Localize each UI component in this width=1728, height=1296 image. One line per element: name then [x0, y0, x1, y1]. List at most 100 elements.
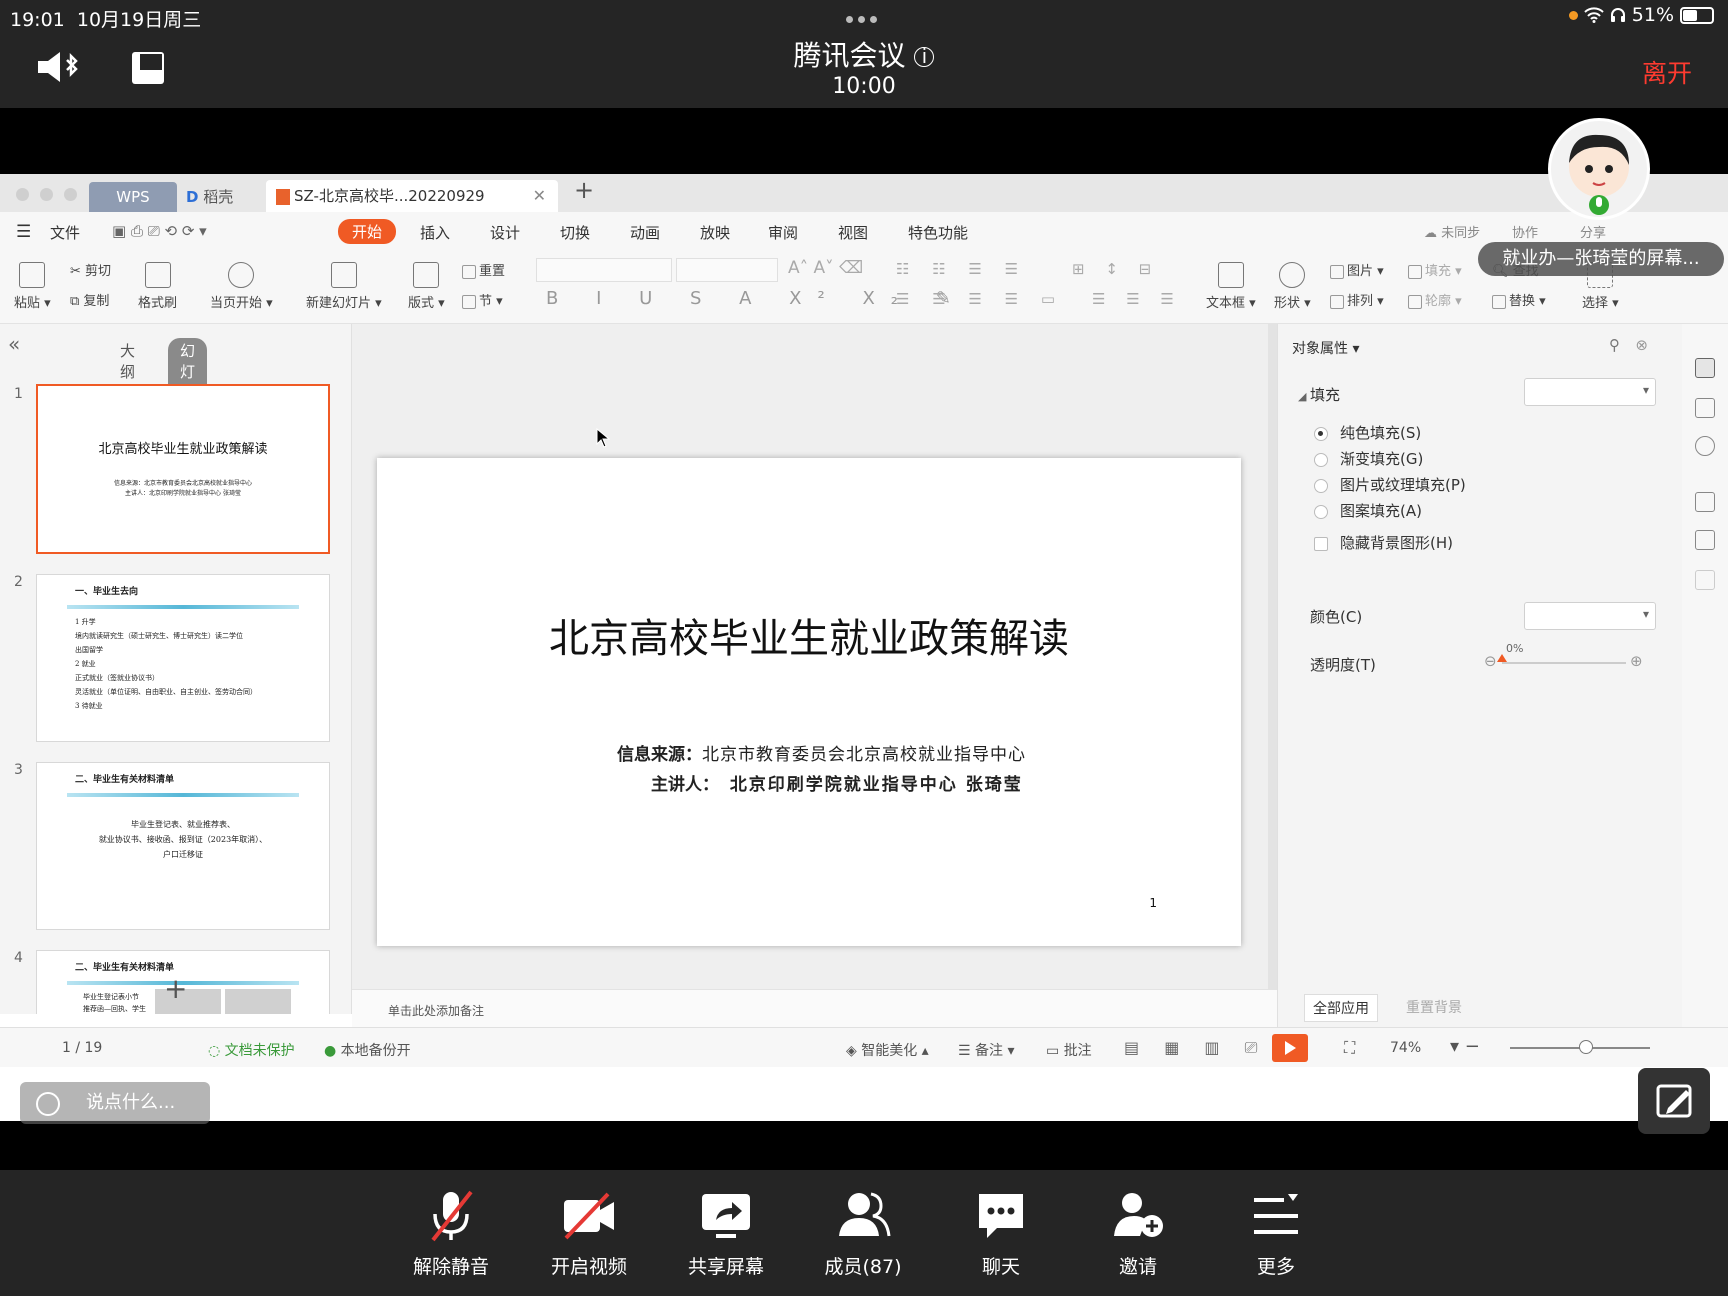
canvas-scrollbar[interactable]	[1268, 324, 1277, 994]
paste-button[interactable]: 粘贴 ▾	[14, 262, 51, 311]
picture-button[interactable]: 图片 ▾	[1330, 260, 1384, 279]
share-button[interactable]: 分享	[1580, 222, 1606, 241]
doc-protection-status[interactable]: ◌ 文档未保护	[208, 1040, 295, 1060]
window-close-dot[interactable]	[16, 188, 29, 201]
tab-wps[interactable]: WPS	[89, 182, 177, 212]
fill-button[interactable]: 填充 ▾	[1408, 260, 1462, 279]
pin-icon[interactable]: ⚲	[1609, 336, 1620, 354]
notes-area[interactable]: 单击此处添加备注	[352, 989, 1277, 1027]
fill-section-header[interactable]: ◢ 填充	[1298, 384, 1340, 405]
copy-tool-icon[interactable]	[1695, 530, 1715, 550]
fill-type-select[interactable]	[1524, 378, 1656, 406]
meeting-title[interactable]: 腾讯会议 i	[0, 34, 1728, 74]
tab-start[interactable]: 开始	[338, 219, 397, 244]
reset-button[interactable]: 重置	[462, 260, 505, 279]
slider-thumb[interactable]	[1497, 654, 1507, 662]
fill-option-picture[interactable]: 图片或纹理填充(P)	[1314, 474, 1466, 495]
quick-access-icons[interactable]: ▣ ⎙ ⎚ ⟲ ⟳ ▾	[112, 222, 207, 240]
annotate-pen-button[interactable]	[1638, 1068, 1710, 1134]
tab-special[interactable]: 特色功能	[908, 222, 968, 243]
zoom-slider-thumb[interactable]	[1578, 1040, 1593, 1054]
arrange-button[interactable]: 排列 ▾	[1330, 290, 1384, 309]
comment-button[interactable]: ▭ 批注	[1046, 1040, 1092, 1060]
shape-button[interactable]: 形状 ▾	[1274, 262, 1311, 311]
props-title[interactable]: 对象属性 ▾	[1292, 338, 1359, 358]
textbox-button[interactable]: 文本框 ▾	[1206, 262, 1256, 311]
play-slideshow-button[interactable]	[1272, 1034, 1308, 1062]
slide-thumbnail-1[interactable]: 北京高校毕业生就业政策解读 信息来源：北京市教育委员会北京高校就业指导中心 主讲…	[36, 384, 330, 554]
color-select[interactable]	[1524, 602, 1656, 630]
menu-file[interactable]: 文件	[50, 222, 80, 243]
slide-thumbnail-2[interactable]: 一、毕业生去向 1 升学 境内就读研究生（硕士研究生、博士研究生）读二学位 出国…	[36, 574, 330, 742]
list-icons[interactable]: ☷ ☷ ☰ ☰	[896, 260, 1027, 278]
zoom-slider[interactable]	[1510, 1040, 1650, 1054]
font-family-select[interactable]	[536, 258, 672, 282]
share-screen-button[interactable]: 共享屏幕	[671, 1188, 781, 1279]
fill-option-pattern[interactable]: 图案填充(A)	[1314, 500, 1422, 521]
add-slide-icon[interactable]: +	[164, 972, 187, 1005]
hamburger-icon[interactable]: ☰	[16, 222, 31, 242]
from-current-button[interactable]: 当页开始 ▾	[210, 262, 273, 311]
backup-tool-icon[interactable]	[1695, 570, 1715, 590]
tab-slideshow[interactable]: 放映	[700, 222, 730, 243]
new-slide-button[interactable]: 新建幻灯片 ▾	[306, 262, 382, 311]
collapse-panel-icon[interactable]: «	[8, 332, 20, 356]
text-direction-icons[interactable]: ⊞ ↕ ⊟	[1072, 260, 1159, 278]
outline-button[interactable]: 轮廓 ▾	[1408, 290, 1462, 309]
members-button[interactable]: 成员(87)	[808, 1188, 918, 1279]
history-tool-icon[interactable]	[1695, 436, 1715, 456]
slide-source-line[interactable]: 信息来源：北京市教育委员会北京高校就业指导中心	[617, 740, 1026, 765]
unmute-button[interactable]: 解除静音	[396, 1188, 506, 1279]
cut-button[interactable]: ✂ 剪切	[70, 260, 111, 279]
copy-button[interactable]: ⧉ 复制	[70, 290, 109, 309]
smart-beautify-button[interactable]: ◈ 智能美化 ▴	[846, 1040, 929, 1060]
layout-button[interactable]: 版式 ▾	[408, 262, 445, 311]
tab-review[interactable]: 审阅	[768, 222, 798, 243]
increase-transparency-icon[interactable]: ⊕	[1630, 652, 1643, 670]
line-spacing-icons[interactable]: ☰ ☰ ☰	[1092, 290, 1182, 308]
more-dots-icon[interactable]	[846, 16, 877, 23]
leave-button[interactable]: 离开	[1642, 54, 1692, 90]
close-panel-icon[interactable]: ⊗	[1635, 336, 1648, 354]
more-button[interactable]: 更多	[1221, 1188, 1331, 1279]
properties-tool-icon[interactable]	[1695, 358, 1715, 378]
reset-background-button[interactable]: 重置背景	[1398, 994, 1470, 1020]
chat-button[interactable]: 聊天	[946, 1188, 1056, 1279]
slide-thumbnail-3[interactable]: 二、毕业生有关材料清单 毕业生登记表、就业推荐表、 就业协议书、接收函、报到证（…	[36, 762, 330, 930]
fill-option-gradient[interactable]: 渐变填充(G)	[1314, 448, 1423, 469]
zoom-out-icon[interactable]: ▾ −	[1450, 1036, 1480, 1057]
align-icons[interactable]: ☰ ☰ ☰ ☰ ▭	[896, 290, 1064, 308]
font-size-adjust-icons[interactable]: A˄ A˅ ⌫	[788, 258, 863, 278]
fit-window-icon[interactable]: ⛶	[1344, 1038, 1355, 1058]
slide-speaker-line[interactable]: 主讲人： 北京印刷学院就业指导中心 张琦莹	[651, 770, 1023, 795]
tab-daoke[interactable]: D 稻壳	[186, 182, 264, 212]
start-video-button[interactable]: 开启视频	[534, 1188, 644, 1279]
hide-background-checkbox[interactable]: 隐藏背景图形(H)	[1314, 532, 1453, 553]
sharer-avatar[interactable]	[1548, 118, 1650, 220]
font-size-select[interactable]	[676, 258, 778, 282]
notes-toggle-button[interactable]: ☰ 备注 ▾	[958, 1040, 1015, 1060]
collab-button[interactable]: 协作	[1512, 222, 1538, 241]
tab-outline[interactable]: 大纲	[120, 340, 135, 382]
replace-button[interactable]: 替换 ▾	[1492, 290, 1546, 309]
info-icon[interactable]: i	[914, 46, 935, 67]
local-backup-status[interactable]: ● 本地备份开	[324, 1040, 411, 1060]
window-minimize-dot[interactable]	[40, 188, 53, 201]
sync-status[interactable]: ☁ 未同步	[1424, 222, 1480, 241]
zoom-level[interactable]: 74%	[1390, 1040, 1421, 1056]
fill-option-solid[interactable]: 纯色填充(S)	[1314, 422, 1421, 443]
new-tab-icon[interactable]: +	[574, 176, 594, 204]
favorite-tool-icon[interactable]	[1695, 492, 1715, 512]
format-painter-button[interactable]: 格式刷	[138, 262, 177, 311]
tab-transition[interactable]: 切换	[560, 222, 590, 243]
smiley-icon[interactable]	[36, 1092, 60, 1116]
window-zoom-dot[interactable]	[64, 188, 77, 201]
tab-design[interactable]: 设计	[490, 222, 520, 243]
section-button[interactable]: 节 ▾	[462, 290, 503, 309]
apply-all-button[interactable]: 全部应用	[1304, 994, 1378, 1022]
style-tool-icon[interactable]	[1695, 398, 1715, 418]
tab-document[interactable]: SZ-北京高校毕...20220929 ✕	[266, 180, 558, 212]
transparency-slider[interactable]	[1497, 654, 1626, 664]
view-mode-icons[interactable]: ▤ ▦ ▥ ⎚	[1124, 1038, 1267, 1058]
close-tab-icon[interactable]: ✕	[533, 180, 546, 212]
